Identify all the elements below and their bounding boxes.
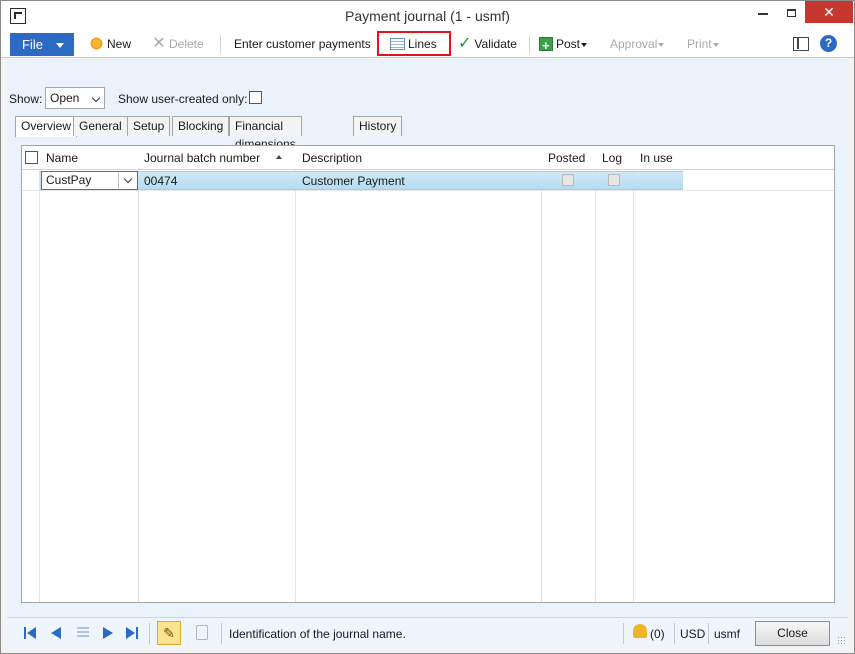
maximize-icon <box>786 9 796 18</box>
post-icon <box>539 34 553 57</box>
status-divider <box>149 623 150 644</box>
attachment-icon[interactable] <box>196 625 208 640</box>
status-bar: ✎ Identification of the journal name. (0… <box>7 617 848 648</box>
user-created-only-label: Show user-created only: <box>118 92 248 106</box>
grid-header: Name Journal batch number Description Po… <box>22 146 834 170</box>
column-header-description[interactable]: Description <box>302 151 362 165</box>
column-divider <box>295 146 296 602</box>
minimize-button[interactable] <box>749 1 777 23</box>
status-message: Identification of the journal name. <box>229 627 406 641</box>
new-record-icon <box>89 36 104 52</box>
row-divider <box>22 190 834 191</box>
reading-pane-icon[interactable] <box>793 37 809 51</box>
action-pane: File New ✕ Delete Enter customer payments… <box>1 31 854 58</box>
print-button[interactable]: Print <box>687 33 719 56</box>
title-bar: Payment journal (1 - usmf) ✕ <box>1 1 854 31</box>
column-header-name[interactable]: Name <box>46 151 78 165</box>
enter-customer-payments-button[interactable]: Enter customer payments <box>234 33 371 56</box>
close-icon: ✕ <box>823 4 835 20</box>
column-divider <box>541 146 542 602</box>
column-header-journal-batch-number[interactable]: Journal batch number <box>144 151 260 165</box>
validate-label: Validate <box>474 37 517 51</box>
chevron-down-icon <box>712 42 719 47</box>
file-menu-button[interactable]: File <box>10 33 74 56</box>
show-select[interactable]: Open <box>45 87 105 109</box>
company-indicator: usmf <box>714 627 741 641</box>
notification-count[interactable]: (0) <box>650 627 665 641</box>
delete-icon: ✕ <box>152 35 166 53</box>
new-button[interactable]: New <box>89 33 131 56</box>
show-value: Open <box>50 91 80 105</box>
new-label: New <box>107 37 132 51</box>
approval-label: Approval <box>610 37 658 51</box>
help-icon[interactable]: ? <box>820 35 837 52</box>
payment-journal-window: Payment journal (1 - usmf) ✕ File New ✕ D… <box>0 0 855 654</box>
lines-button-highlight <box>377 31 451 56</box>
post-label: Post <box>556 37 581 51</box>
user-created-only-checkbox[interactable] <box>249 91 262 104</box>
column-header-log[interactable]: Log <box>602 151 622 165</box>
resize-grip-icon[interactable] <box>837 636 845 644</box>
show-label: Show: <box>9 92 43 106</box>
chevron-down-icon <box>658 42 665 47</box>
currency-indicator: USD <box>680 627 706 641</box>
window-title: Payment journal (1 - usmf) <box>345 8 510 24</box>
tab-overview[interactable]: Overview <box>15 116 78 137</box>
journal-batch-number-cell[interactable]: 00474 <box>144 174 177 188</box>
chevron-down-icon <box>56 43 64 48</box>
select-all-checkbox[interactable] <box>25 151 38 164</box>
status-divider <box>623 623 624 644</box>
file-label: File <box>22 37 43 52</box>
status-divider <box>708 623 709 644</box>
column-divider <box>39 146 40 602</box>
tab-setup[interactable]: Setup <box>127 116 171 136</box>
chevron-down-icon[interactable] <box>123 174 133 184</box>
description-cell[interactable]: Customer Payment <box>302 174 405 188</box>
tab-blocking[interactable]: Blocking <box>172 116 230 136</box>
maximize-button[interactable] <box>777 1 805 23</box>
posted-checkbox <box>562 174 574 186</box>
status-divider <box>221 623 222 644</box>
close-window-button[interactable]: ✕ <box>805 1 853 23</box>
checkmark-icon: ✓ <box>458 35 472 53</box>
journal-name-combobox[interactable]: CustPay <box>41 171 138 190</box>
journal-name-value: CustPay <box>46 173 92 187</box>
grid-view-icon[interactable] <box>77 627 89 639</box>
toolbar-divider <box>220 35 221 54</box>
tab-general[interactable]: General <box>73 116 128 136</box>
delete-label: Delete <box>169 37 204 51</box>
validate-button[interactable]: ✓ Validate <box>458 33 517 56</box>
journal-grid: Name Journal batch number Description Po… <box>21 145 835 603</box>
column-header-posted[interactable]: Posted <box>548 151 585 165</box>
combo-divider <box>118 173 119 188</box>
approval-button[interactable]: Approval <box>610 33 665 56</box>
post-button[interactable]: Post <box>539 33 588 57</box>
pencil-icon: ✎ <box>163 625 175 641</box>
sort-ascending-icon <box>276 155 282 159</box>
column-divider <box>595 146 596 602</box>
close-button[interactable]: Close <box>755 621 830 646</box>
tab-history[interactable]: History <box>353 116 403 136</box>
column-header-in-use[interactable]: In use <box>640 151 673 165</box>
notification-bell-icon[interactable] <box>633 624 647 638</box>
status-divider <box>674 623 675 644</box>
minimize-icon <box>758 13 768 16</box>
tab-financial-dimensions[interactable]: Financial dimensions <box>229 116 302 151</box>
log-checkbox <box>608 174 620 186</box>
toolbar-divider <box>529 35 530 54</box>
column-divider <box>633 146 634 602</box>
chevron-down-icon <box>91 93 101 103</box>
enter-customer-payments-label: Enter customer payments <box>234 37 371 51</box>
column-divider <box>138 146 139 602</box>
print-label: Print <box>687 37 712 51</box>
edit-mode-button[interactable]: ✎ <box>157 621 181 645</box>
chevron-down-icon <box>581 42 588 47</box>
delete-button[interactable]: ✕ Delete <box>152 33 204 56</box>
form-content: Show: Open Show user-created only: Overv… <box>7 59 848 617</box>
